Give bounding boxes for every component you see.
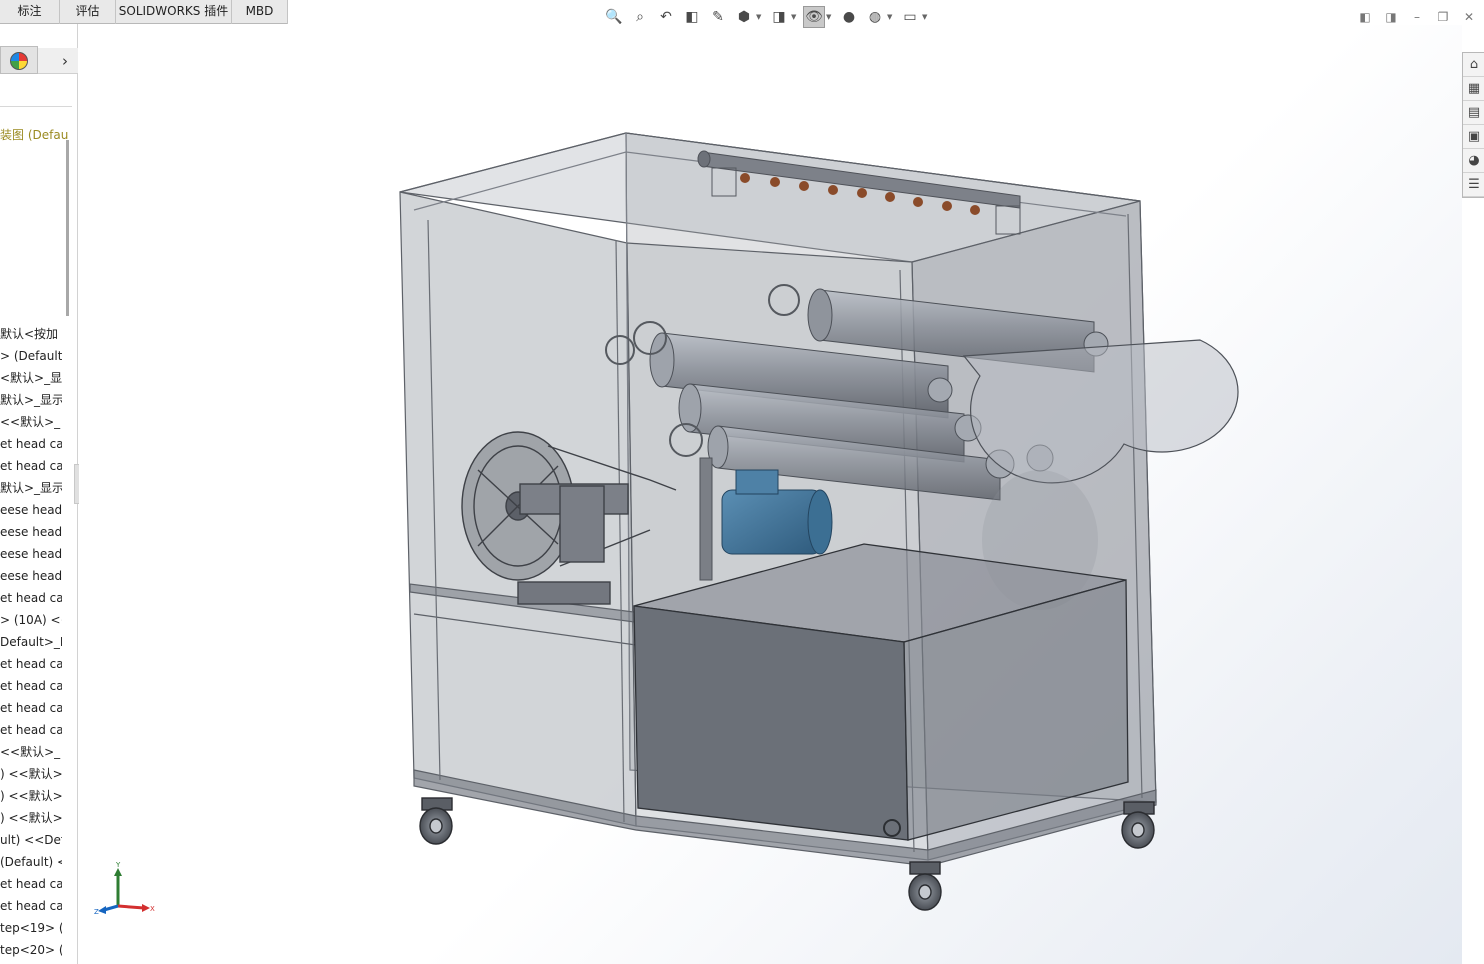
tree-item[interactable]: et head ca <box>0 675 62 697</box>
document-window-controls: ◧ ◨ – ❐ ✕ <box>1356 8 1478 26</box>
heads-up-view-toolbar: 🔍 ⌕ ↶ ◧ ✎ ⬢ ▼ ◨ ▼ 👁 ▼ ● ◍ ▼ ▭ ▼ <box>603 4 930 30</box>
tree-item[interactable]: Default>_D <box>0 631 62 653</box>
parts-library-icon[interactable]: ▦ <box>1463 77 1484 101</box>
tree-item[interactable]: et head ca <box>0 719 62 741</box>
tree-item[interactable]: ) <<默认> <box>0 807 62 829</box>
tree-item[interactable]: ult) <<Def <box>0 829 62 851</box>
tile-right-icon[interactable]: ◨ <box>1382 8 1400 26</box>
tree-item[interactable]: et head ca <box>0 587 62 609</box>
chevron-down-icon[interactable]: ▼ <box>756 13 764 21</box>
command-manager-tabs: 标注 评估 SOLIDWORKS 插件 MBD <box>0 0 288 24</box>
tree-item[interactable]: eese head <box>0 521 62 543</box>
hide-show-items-icon[interactable]: 👁 <box>803 6 825 28</box>
feature-tree-list: 默认<按加 > (Default) <默认>_显 默认>_显示 <<默认>_ et hea… <box>0 323 62 961</box>
tree-item[interactable]: (Default) < <box>0 851 62 873</box>
triad-z-label: Z <box>94 908 99 916</box>
close-icon[interactable]: ✕ <box>1460 8 1478 26</box>
task-pane-tabs: ⌂ ▦ ▤ ▣ ◕ ☰ <box>1462 52 1484 198</box>
zoom-to-fit-icon[interactable]: 🔍 <box>603 6 625 28</box>
tab-annotation[interactable]: 标注 <box>0 0 60 24</box>
discharge-chute[interactable] <box>962 339 1239 484</box>
file-explorer-icon[interactable]: ▤ <box>1463 101 1484 125</box>
tree-item[interactable]: 默认>_显示 <box>0 389 62 411</box>
previous-view-icon[interactable]: ↶ <box>655 6 677 28</box>
chevron-down-icon[interactable]: ▼ <box>791 13 799 21</box>
display-style-icon[interactable]: ◨ <box>768 6 790 28</box>
tree-item[interactable]: tep<19> ( <box>0 917 62 939</box>
restore-icon[interactable]: ❐ <box>1434 8 1452 26</box>
solidworks-window: 标注 评估 SOLIDWORKS 插件 MBD › 装图 (Defau 默认<按… <box>0 0 1484 964</box>
tree-item[interactable]: et head ca <box>0 433 62 455</box>
edit-appearance-icon[interactable]: ● <box>838 6 860 28</box>
tree-item[interactable]: ) <<默认> <box>0 763 62 785</box>
dynamic-annotation-icon[interactable]: ✎ <box>707 6 729 28</box>
tree-item[interactable]: > (Default) <box>0 345 62 367</box>
feature-manager-panel: › 装图 (Defau 默认<按加 > (Default) <默认>_显 默认>_显示… <box>0 24 78 964</box>
tree-item[interactable]: <<默认>_ <box>0 411 62 433</box>
home-icon[interactable]: ⌂ <box>1463 53 1484 77</box>
tab-mbd[interactable]: MBD <box>232 0 288 24</box>
display-manager-tab[interactable] <box>0 46 38 74</box>
tree-filter-bar <box>0 106 72 122</box>
tree-item[interactable]: eese head <box>0 499 62 521</box>
tree-item[interactable]: eese head <box>0 565 62 587</box>
triad-y-label: Y <box>115 862 121 869</box>
tree-item[interactable]: 默认<按加 <box>0 323 62 345</box>
minimize-icon[interactable]: – <box>1408 8 1426 26</box>
tree-item[interactable]: et head ca <box>0 455 62 477</box>
model-canvas <box>399 132 1239 911</box>
chevron-down-icon[interactable]: ▼ <box>922 13 930 21</box>
graphics-viewport[interactable] <box>79 25 1462 964</box>
tree-item[interactable]: <默认>_显 <box>0 367 62 389</box>
chevron-right-icon: › <box>62 52 68 70</box>
zoom-area-icon[interactable]: ⌕ <box>629 6 651 28</box>
tree-scrollbar[interactable] <box>66 140 69 316</box>
view-orientation-icon[interactable]: ⬢ <box>733 6 755 28</box>
tree-item[interactable]: et head ca <box>0 697 62 719</box>
appearances-icon[interactable]: ◕ <box>1463 149 1484 173</box>
tree-item[interactable]: et head ca <box>0 895 62 917</box>
tree-item[interactable]: eese head <box>0 543 62 565</box>
view-palette-icon[interactable]: ▣ <box>1463 125 1484 149</box>
chevron-down-icon[interactable]: ▼ <box>826 13 834 21</box>
tree-item[interactable]: 默认>_显示 <box>0 477 62 499</box>
tree-item[interactable]: tep<20> ( <box>0 939 62 961</box>
tree-root-title[interactable]: 装图 (Defau <box>0 126 68 143</box>
tree-item[interactable]: <<默认>_ <box>0 741 62 763</box>
view-settings-icon[interactable]: ▭ <box>899 6 921 28</box>
reference-triad: Y X Z <box>94 862 155 916</box>
tab-evaluate[interactable]: 评估 <box>60 0 116 24</box>
expand-tabs-button[interactable]: › <box>56 50 74 72</box>
tree-item[interactable]: > (10A) << <box>0 609 62 631</box>
triad-x-label: X <box>150 905 155 913</box>
section-view-icon[interactable]: ◧ <box>681 6 703 28</box>
custom-properties-icon[interactable]: ☰ <box>1463 173 1484 197</box>
tile-left-icon[interactable]: ◧ <box>1356 8 1374 26</box>
chevron-down-icon[interactable]: ▼ <box>887 13 895 21</box>
tree-item[interactable]: et head ca <box>0 873 62 895</box>
tree-item[interactable]: et head ca <box>0 653 62 675</box>
apply-scene-icon[interactable]: ◍ <box>864 6 886 28</box>
tree-item[interactable]: ) <<默认> <box>0 785 62 807</box>
collection-tank[interactable] <box>633 543 1129 841</box>
display-manager-icon <box>10 52 28 70</box>
tab-solidworks-addins[interactable]: SOLIDWORKS 插件 <box>116 0 232 24</box>
